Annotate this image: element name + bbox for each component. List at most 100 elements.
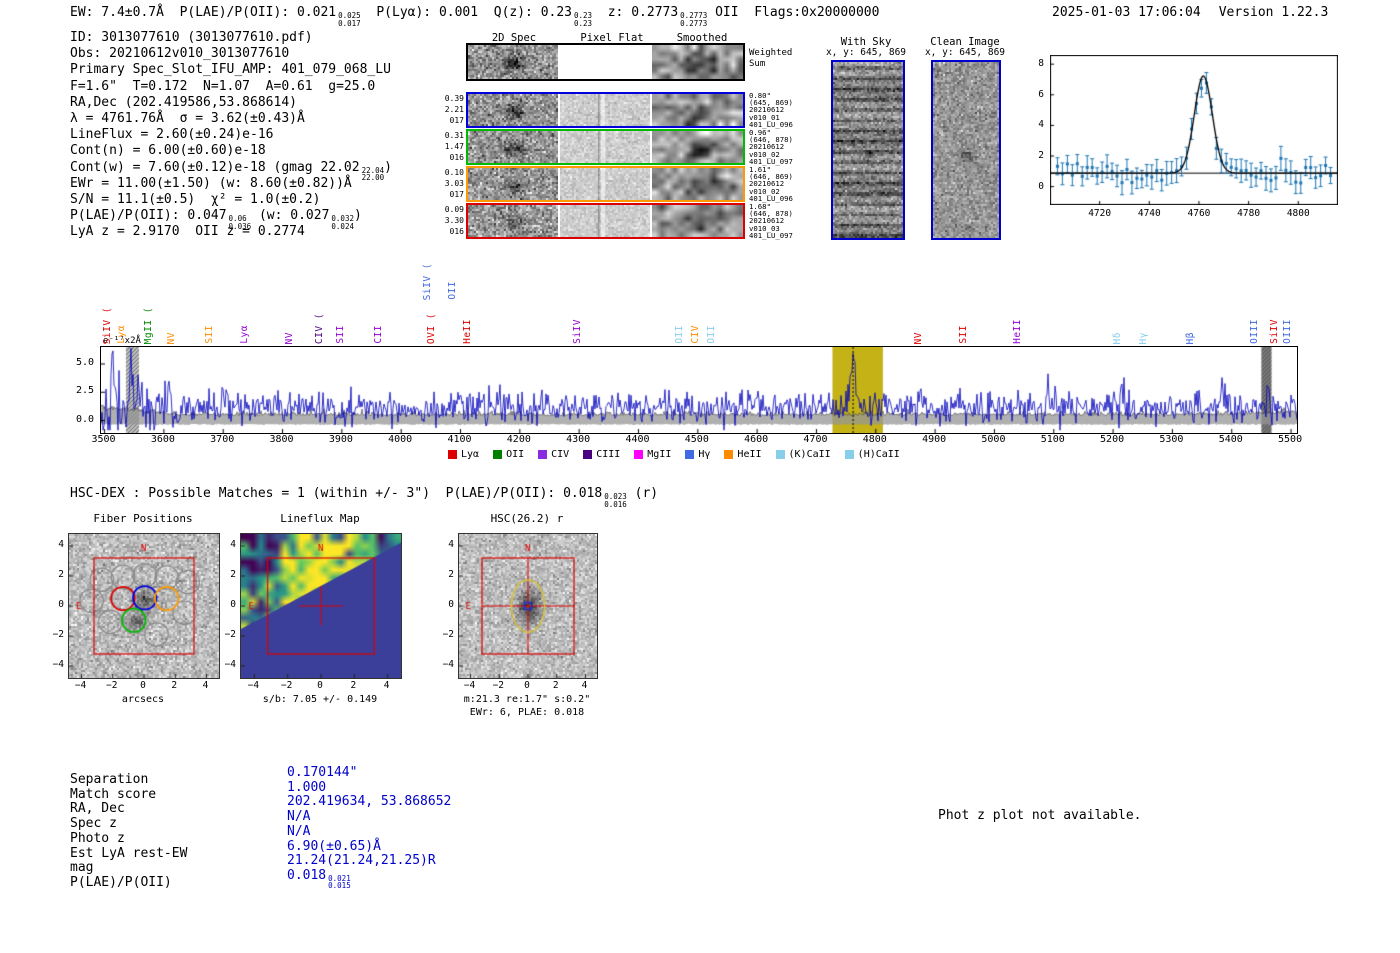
spectrum-line-label: OII xyxy=(446,281,458,300)
observation-info-line: F=1.6" T=0.172 N=1.07 A=0.61 g=25.0 xyxy=(70,79,490,95)
spectrum-line-label: Hβ xyxy=(1184,331,1196,344)
spectrum-legend-item: (H)CaII xyxy=(844,448,900,460)
observation-info-line: ID: 3013077610 (3013077610.pdf) xyxy=(70,30,490,46)
spec2d-row xyxy=(466,129,745,165)
spectrum-line-label: OIII xyxy=(1249,319,1261,344)
spec2d-row-values: 0.09 3.30 016 xyxy=(438,204,464,238)
match-table-label: mag xyxy=(70,860,94,876)
cutout-ytick-label: 4 xyxy=(230,539,236,550)
linefit-ytick-label: 6 xyxy=(1038,88,1044,100)
spectrum-xtick-label: 4400 xyxy=(625,434,650,445)
spectrum-legend-item: OII xyxy=(493,449,524,460)
linefit-ytick-label: 4 xyxy=(1038,119,1044,131)
match-value-lower-bound: 0.015 xyxy=(328,881,351,891)
smoothed-image xyxy=(652,168,743,200)
report-header-line: EW: 7.4±0.7Å P(LAE)/P(OII): 0.021 0.025 0.… xyxy=(70,5,1040,27)
spectrum-legend-label: (H)CaII xyxy=(857,448,900,460)
spectrum-xtick-label: 3900 xyxy=(328,434,353,445)
withsky-coords: x, y: 645, 869 xyxy=(825,47,907,58)
spec2d-fiber-label: 0.80" (645, 869) 20210612 v010_01 401_LU_096 xyxy=(749,92,801,128)
spec2d-fiber-label: 0.96" (646, 878) 20210612 v010_02 401_LU_097 xyxy=(749,129,801,165)
spec2d-label-line: Weighted xyxy=(749,48,793,58)
spectrum-ytick-label: 5.0 xyxy=(75,356,94,368)
spectrum-xtick-label: 3800 xyxy=(269,434,294,445)
spectrum-legend-item: (K)CaII xyxy=(775,448,831,460)
match-value-text: 21.24(21.24,21.25)R xyxy=(287,853,436,869)
spec2d-label-line: 401_LU_097 xyxy=(749,230,793,240)
spec2d-row-value: 1.47 xyxy=(444,142,464,151)
hscdex-text: (r) xyxy=(626,486,659,501)
observation-info-line: LineFlux = 2.60(±0.24)e-16 xyxy=(70,127,490,143)
spectrum-line-label: HeII xyxy=(462,319,474,344)
match-table-value: 21.24(21.24,21.25)R xyxy=(287,853,607,868)
spec2d-row xyxy=(466,166,745,202)
spec2d-row-value: 0.39 xyxy=(444,94,464,103)
cutout-ytick-label: −4 xyxy=(52,659,64,670)
report-meta: 2025-01-03 17:06:04 Version 1.22.3 xyxy=(1052,5,1338,20)
cutout-ytick-label: −2 xyxy=(52,629,64,640)
info-text: S/N = 11.1(±0.5) χ² = 1.0(±0.2) xyxy=(70,192,321,207)
spectrum-xtick-label: 5400 xyxy=(1218,434,1243,445)
spectrum-xtick-label: 5500 xyxy=(1278,434,1303,445)
cutout-ytick-label: −2 xyxy=(442,629,454,640)
spectrum-xtick-label: 4800 xyxy=(862,434,887,445)
spectrum-legend-label: (K)CaII xyxy=(788,448,831,460)
cutout-xtick-label: −4 xyxy=(463,680,476,691)
linefit-xtick-label: 4780 xyxy=(1237,208,1261,219)
spectrum-xtick-label: 4600 xyxy=(744,434,769,445)
linefit-plot xyxy=(1050,55,1338,205)
linefit-ytick-label: 0 xyxy=(1038,180,1044,192)
spec2d-row-value: 2.21 xyxy=(444,105,464,114)
smoothed-image xyxy=(652,205,743,237)
spectrum-line-label: SiIV xyxy=(572,319,584,344)
cutout-xtick-label: 2 xyxy=(171,680,178,691)
spectrum-xtick-label: 4900 xyxy=(922,434,947,445)
spectrum-legend-item: MgII xyxy=(634,449,671,460)
spec2d-label-line: 401_LU_097 xyxy=(749,156,793,166)
spec2d-row-value: 3.30 xyxy=(444,216,464,225)
cutout-xtick-label: 4 xyxy=(383,680,390,691)
cleanimage-coords: x, y: 645, 869 xyxy=(924,47,1006,58)
match-table-label: Separation xyxy=(70,772,149,787)
match-table-value: 202.419634, 53.868652 xyxy=(287,794,607,809)
cutout-ytick-label: −4 xyxy=(442,659,454,670)
spec2d-row-value: 0.10 xyxy=(444,168,464,177)
match-table-value: 0.018 0.021 0.015 xyxy=(287,867,607,890)
spectrum-xtick-label: 5000 xyxy=(981,434,1006,445)
spectrum-ytick-label: 0.0 xyxy=(75,413,94,425)
match-table-value: N/A xyxy=(287,824,607,839)
linefit-xtick-label: 4740 xyxy=(1137,208,1161,219)
spectrum-legend-item: Hγ xyxy=(685,449,710,460)
match-table-value: 1.000 xyxy=(287,780,607,795)
spectrum-legend-swatch xyxy=(493,449,503,459)
info-text: LyA z = 2.9170 OII z = 0.2774 xyxy=(70,224,305,240)
spectrum-line-label: SII xyxy=(957,325,969,344)
cutout-ytick-label: 2 xyxy=(58,569,64,580)
spec2d-row-value: 017 xyxy=(449,116,464,125)
linefit-xtick-label: 4800 xyxy=(1286,208,1310,219)
spectrum-line-label: Hδ xyxy=(1112,331,1124,344)
spectrum-line-label: NV xyxy=(913,331,925,344)
spectrum-line-label: SiIV xyxy=(1269,319,1281,344)
spectrum-legend-swatch xyxy=(724,449,734,459)
cutout-xtick-label: −2 xyxy=(280,680,293,691)
info-text: (w: 0.027 xyxy=(251,208,330,224)
match-value-text: N/A xyxy=(287,823,311,839)
spectrum-legend-label: Lyα xyxy=(461,448,480,460)
spectrum-line-label: OII xyxy=(673,325,685,344)
spec2d-fiber-label: 1.68" (646, 878) 20210612 v010_03 401_LU_097 xyxy=(749,203,801,239)
spectrum-line-label: Lyα xyxy=(115,325,127,344)
match-value-text: 0.018 xyxy=(287,867,327,883)
cutout-ytick-label: 0 xyxy=(58,599,64,610)
fiber-positions-xlabel: arcsecs xyxy=(121,694,165,705)
observation-info-line: RA,Dec (202.419586,53.868614) xyxy=(70,95,490,111)
spectrum-xtick-label: 5300 xyxy=(1159,434,1184,445)
report-version: Version 1.22.3 xyxy=(1218,5,1329,20)
fiber-positions-title: Fiber Positions xyxy=(93,512,193,525)
match-value-text: 0.170144" xyxy=(287,765,358,780)
observation-info-line: Obs: 20210612v010_3013077610 xyxy=(70,46,490,62)
cutout-ytick-label: 4 xyxy=(448,539,454,550)
cutout-xtick-label: 2 xyxy=(552,680,559,691)
linefit-xtick-label: 4760 xyxy=(1187,208,1211,219)
match-table-label: RA, Dec xyxy=(70,801,125,817)
